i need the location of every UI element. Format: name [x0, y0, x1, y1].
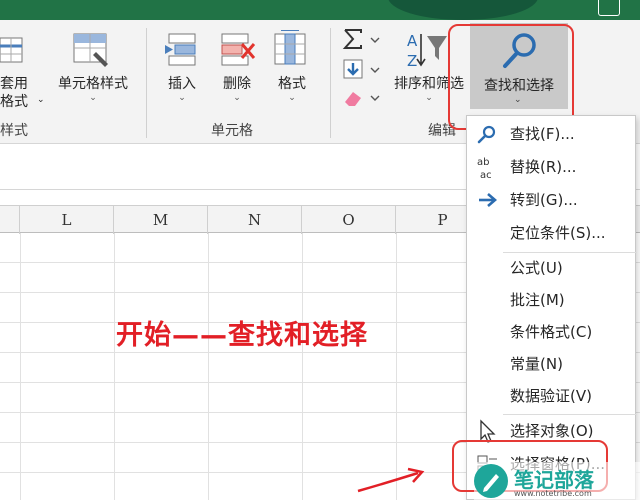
annotation-text: 开始——查找和选择 [116, 320, 368, 351]
notetribe-logo-icon [474, 464, 508, 498]
menu-item-label: 数据验证(V) [510, 387, 592, 405]
cells-group-label: 单元格 [211, 123, 253, 139]
column-header-n[interactable]: N [208, 206, 302, 234]
replace-abc-icon: ab ac [477, 157, 492, 181]
chevron-down-icon: ⌄ [288, 93, 296, 103]
menu-item-label: 定位条件(S)... [510, 224, 606, 242]
sort-filter-icon: A Z [407, 32, 447, 70]
insert-cells-icon [165, 33, 196, 66]
svg-text:A: A [407, 32, 418, 50]
column-header-m[interactable]: M [114, 206, 208, 234]
cell-styles-icon [73, 33, 108, 67]
menu-item-data-validation[interactable]: 数据验证(V) [467, 380, 637, 413]
search-icon [477, 125, 496, 144]
chevron-down-icon: ⌄ [233, 93, 241, 103]
chevron-down-icon: ⌄ [89, 93, 97, 103]
watermark: 笔记部落 www.notetribe.com [474, 462, 640, 500]
format-as-table-label-line2: 格式 [0, 94, 28, 110]
title-bar [0, 0, 640, 20]
format-button[interactable]: 格式 ⌄ [270, 75, 314, 103]
menu-item-constants[interactable]: 常量(N) [467, 348, 637, 381]
title-decoration [388, 0, 538, 20]
cell-styles-button[interactable]: 单元格样式 ⌄ [52, 75, 134, 103]
column-header-o[interactable]: O [302, 206, 396, 234]
menu-item-goto-special[interactable]: 定位条件(S)... [467, 217, 637, 250]
group-divider [330, 28, 331, 138]
menu-item-find[interactable]: 查找(F)... [467, 118, 637, 151]
insert-button[interactable]: 插入 ⌄ [160, 75, 204, 103]
insert-label: 插入 [168, 76, 196, 92]
delete-cells-icon [221, 33, 256, 66]
menu-item-label: 替换(R)... [510, 158, 577, 176]
format-as-table-button[interactable]: 套用 格式 [0, 75, 36, 111]
autosum-icon[interactable] [341, 28, 381, 50]
watermark-url: www.notetribe.com [514, 489, 592, 498]
annotation-arrow-icon [357, 467, 425, 493]
clear-eraser-icon[interactable] [341, 86, 381, 108]
group-divider [146, 28, 147, 138]
delete-label: 删除 [223, 76, 251, 92]
fill-icon[interactable] [341, 58, 381, 80]
chevron-down-icon: ⌄ [178, 93, 186, 103]
styles-group-label: 样式 [0, 123, 28, 139]
arrow-right-icon [479, 193, 497, 207]
comments-icon[interactable] [598, 0, 620, 16]
menu-item-conditional-formatting[interactable]: 条件格式(C) [467, 316, 637, 349]
menu-item-label: 批注(M) [510, 291, 565, 309]
menu-item-goto[interactable]: 转到(G)... [467, 184, 637, 217]
format-label: 格式 [278, 76, 306, 92]
format-cells-icon [274, 30, 306, 65]
svg-text:ac: ac [480, 170, 492, 181]
menu-item-label: 查找(F)... [510, 125, 575, 143]
cell-styles-label: 单元格样式 [58, 76, 128, 92]
menu-item-label: 公式(U) [510, 259, 563, 277]
delete-button[interactable]: 删除 ⌄ [215, 75, 259, 103]
menu-item-label: 常量(N) [510, 355, 563, 373]
menu-item-comments[interactable]: 批注(M) [467, 284, 637, 317]
format-as-table-label: 套用 [0, 76, 28, 92]
chevron-down-icon: ⌄ [37, 95, 45, 105]
menu-item-formulas[interactable]: 公式(U) [467, 252, 637, 285]
svg-text:Z: Z [407, 52, 417, 70]
column-header-partial[interactable] [0, 206, 20, 234]
menu-item-label: 转到(G)... [510, 191, 578, 209]
column-header-l[interactable]: L [20, 206, 114, 234]
menu-item-label: 条件格式(C) [510, 323, 593, 341]
svg-text:ab: ab [477, 157, 489, 168]
format-as-table-icon [0, 37, 23, 63]
menu-item-replace[interactable]: ab ac 替换(R)... [467, 151, 637, 184]
